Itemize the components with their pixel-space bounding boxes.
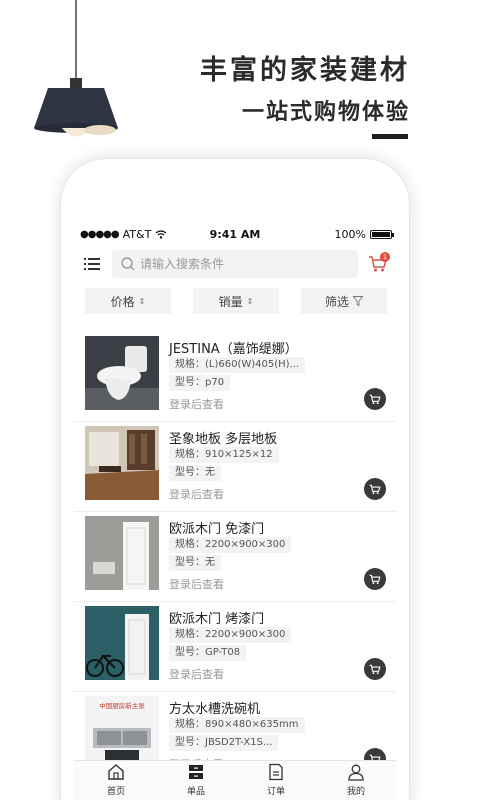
tab-products-label: 单品 (186, 787, 205, 797)
drawer-icon (189, 765, 203, 779)
product-item[interactable]: 圣象地板 多层地板 规格：910×125×12 型号：无 登录后查看 (74, 422, 396, 512)
battery-icon (370, 230, 394, 239)
product-model: 型号：无 (169, 465, 221, 481)
product-item[interactable]: JESTINA（嘉饰缇娜） 规格：(L)660(W)405(H)... 型号：p… (74, 332, 396, 422)
product-item[interactable]: 欧派木门 烤漆门 规格：2200×900×300 型号：GP-T08 登录后查看 (74, 602, 396, 692)
user-icon (348, 764, 364, 781)
sort-arrows-icon: ⇕ (138, 296, 146, 306)
product-spec: 规格：2200×900×300 (169, 537, 292, 553)
product-name: 圣象地板 多层地板 (169, 432, 278, 447)
login-hint[interactable]: 登录后查看 (169, 666, 224, 682)
product-name: 方太水槽洗碗机 (169, 702, 261, 717)
tab-orders[interactable]: 订单 (246, 763, 306, 800)
battery-percent: 100% (334, 228, 366, 241)
tab-mine[interactable]: 我的 (326, 763, 386, 800)
product-image-door-teal (85, 606, 159, 680)
tab-products[interactable]: 单品 (166, 763, 226, 800)
product-image-floor (85, 426, 159, 500)
product-spec: 规格：2200×900×300 (169, 627, 292, 643)
add-to-cart-button[interactable] (364, 658, 386, 680)
tab-home[interactable]: 首页 (86, 763, 146, 800)
promo-title: 丰富的家装建材 (200, 55, 410, 86)
order-icon (269, 763, 283, 781)
sort-arrows-icon: ⇕ (246, 296, 254, 306)
product-item[interactable]: 欧派木门 免漆门 规格：2200×900×300 型号：无 登录后查看 (74, 512, 396, 602)
add-to-cart-button[interactable] (364, 388, 386, 410)
filter-price-label: 价格 (110, 294, 135, 309)
cart-icon (369, 394, 381, 404)
product-model: 型号：GP-T08 (169, 645, 247, 661)
promo-subtitle: 一站式购物体验 (241, 100, 410, 125)
filter-sales-button[interactable]: 销量 ⇕ (193, 288, 279, 314)
cart-icon (369, 574, 381, 584)
product-image-door-white (85, 516, 159, 590)
search-icon (121, 257, 135, 271)
product-model: 型号：JBSD2T-X1S... (169, 735, 279, 751)
tab-mine-label: 我的 (346, 787, 365, 797)
login-hint[interactable]: 登录后查看 (169, 576, 224, 592)
product-spec: 规格：910×125×12 (169, 447, 279, 463)
filter-screen-label: 筛选 (324, 294, 349, 309)
product-name: JESTINA（嘉饰缇娜） (169, 342, 298, 357)
product-spec: 规格：(L)660(W)405(H)... (169, 357, 306, 373)
product-name: 欧派木门 烤漆门 (169, 612, 265, 627)
tab-orders-label: 订单 (266, 787, 285, 797)
bottom-tab-bar: 首页 单品 订单 我的 (74, 760, 396, 800)
search-row: 1 (74, 250, 396, 280)
product-image-toilet (85, 336, 159, 410)
phone-screen: ●●●●● AT&T 9:41 AM 100% 请输入搜索条件 1 价格 ⇕ 销… (74, 222, 396, 800)
promo-underline (372, 134, 408, 139)
product-image-sink: 中国厨房新主张 (85, 696, 159, 770)
search-box[interactable] (112, 250, 358, 278)
product-model: 型号：无 (169, 555, 221, 571)
product-spec: 规格：890×480×635mm (169, 717, 305, 733)
sink-banner-text: 中国厨房新主张 (99, 701, 145, 710)
add-to-cart-button[interactable] (364, 478, 386, 500)
filter-price-button[interactable]: 价格 ⇕ (85, 288, 171, 314)
cart-icon (369, 664, 381, 674)
home-icon (108, 764, 124, 780)
menu-list-icon[interactable] (84, 257, 100, 271)
status-bar: ●●●●● AT&T 9:41 AM 100% (74, 228, 396, 246)
funnel-icon (353, 296, 363, 306)
product-model: 型号：p70 (169, 375, 231, 391)
cart-icon (369, 484, 381, 494)
login-hint[interactable]: 登录后查看 (169, 486, 224, 502)
search-input[interactable] (140, 250, 350, 278)
filter-row: 价格 ⇕ 销量 ⇕ 筛选 (74, 288, 396, 316)
tab-home-label: 首页 (106, 787, 125, 797)
filter-screen-button[interactable]: 筛选 (301, 288, 387, 314)
filter-sales-label: 销量 (218, 294, 243, 309)
login-hint[interactable]: 登录后查看 (169, 396, 224, 412)
product-name: 欧派木门 免漆门 (169, 522, 265, 537)
add-to-cart-button[interactable] (364, 568, 386, 590)
cart-badge: 1 (380, 252, 390, 262)
